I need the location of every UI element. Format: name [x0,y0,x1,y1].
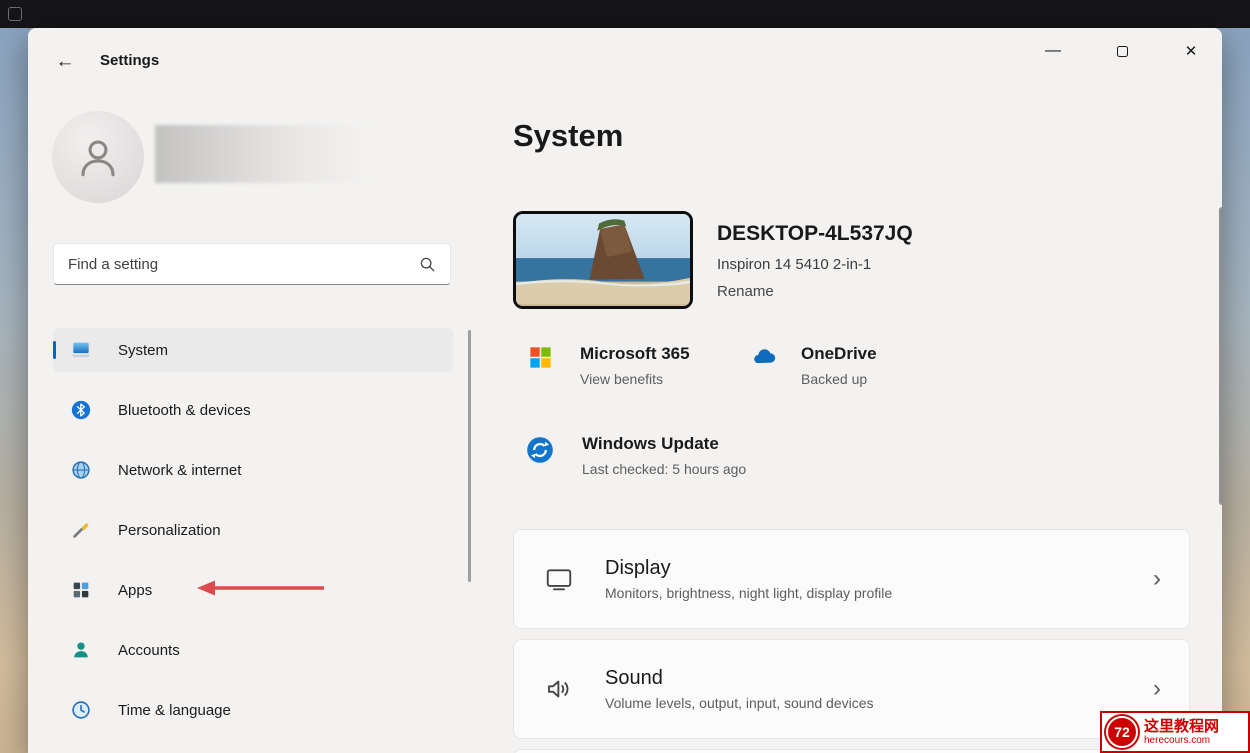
display-monitor-icon [544,564,574,594]
maximize-icon [1117,46,1128,57]
sound-settings-row[interactable]: Sound Volume levels, output, input, soun… [513,639,1190,739]
windows-update-card[interactable]: Windows Update Last checked: 5 hours ago [524,434,746,477]
back-arrow-icon: ← [56,51,75,73]
page-title: System [513,118,623,154]
device-wallpaper-thumbnail [513,211,693,309]
sidebar-item-label: System [118,342,168,359]
device-model: Inspiron 14 5410 2-in-1 [717,256,913,273]
time-language-clock-icon [70,699,92,721]
search-input[interactable] [54,244,419,284]
network-globe-icon [70,459,92,481]
system-icon [70,339,92,361]
personalization-brush-icon [70,519,92,541]
display-title: Display [605,557,892,580]
settings-window: ← Settings — ✕ [28,28,1222,753]
sidebar-item-network-internet[interactable]: Network & internet [53,448,453,492]
sidebar-item-label: Apps [118,582,152,599]
onedrive-cloud-icon [748,344,782,371]
sidebar-item-label: Network & internet [118,462,241,479]
device-info: DESKTOP-4L537JQ Inspiron 14 5410 2-in-1 … [717,222,913,301]
close-button[interactable]: ✕ [1169,32,1213,70]
sidebar-item-label: Bluetooth & devices [118,402,251,419]
close-icon: ✕ [1185,42,1198,60]
watermark-logo: 72 [1106,716,1138,748]
microsoft-365-icon [527,344,554,371]
person-icon [73,132,123,182]
windows-update-icon [524,434,556,466]
user-name-redacted [155,125,369,183]
next-settings-row-partial[interactable] [513,749,1190,753]
sound-speaker-icon [544,674,574,704]
microsoft-365-title: Microsoft 365 [580,344,690,364]
sidebar-item-accounts[interactable]: Accounts [53,628,453,672]
main-scrollbar[interactable] [1219,207,1222,505]
windows-update-title: Windows Update [582,434,746,454]
sidebar-scrollbar[interactable] [468,330,471,582]
watermark-badge: 72 这里教程网 herecours.com [1100,711,1250,753]
chevron-right-icon: › [1153,677,1161,701]
onedrive-title: OneDrive [801,344,877,364]
user-avatar[interactable] [52,111,144,203]
device-name: DESKTOP-4L537JQ [717,222,913,246]
watermark-site: herecours.com [1144,735,1219,747]
sidebar-item-label: Accounts [118,642,180,659]
accounts-person-icon [70,639,92,661]
rename-button[interactable]: Rename [717,283,774,300]
microsoft-365-subtitle: View benefits [580,371,690,387]
search-icon [419,256,436,273]
window-title: Settings [100,52,159,69]
onedrive-subtitle: Backed up [801,371,877,387]
apps-grid-icon [70,579,92,601]
sidebar-item-apps[interactable]: Apps [53,568,453,612]
screenshot-toolbar-icon [8,7,22,21]
bluetooth-icon [70,399,92,421]
display-settings-row[interactable]: Display Monitors, brightness, night ligh… [513,529,1190,629]
sound-subtitle: Volume levels, output, input, sound devi… [605,695,874,711]
maximize-button[interactable] [1100,32,1144,70]
search-box [53,243,451,285]
sidebar-item-personalization[interactable]: Personalization [53,508,453,552]
minimize-icon: — [1045,42,1061,60]
sidebar-item-time-language[interactable]: Time & language [53,688,453,732]
minimize-button[interactable]: — [1031,32,1075,70]
back-button[interactable]: ← [48,46,82,78]
onedrive-card[interactable]: OneDrive Backed up [748,344,877,387]
sidebar-item-system[interactable]: System [53,328,453,372]
chevron-right-icon: › [1153,567,1161,591]
windows-update-subtitle: Last checked: 5 hours ago [582,461,746,477]
sidebar-item-label: Personalization [118,522,221,539]
display-subtitle: Monitors, brightness, night light, displ… [605,585,892,601]
sidebar-item-label: Time & language [118,702,231,719]
watermark-name: 这里教程网 [1144,718,1219,735]
top-dark-strip [0,0,1250,28]
sound-title: Sound [605,667,874,690]
sidebar-item-bluetooth-devices[interactable]: Bluetooth & devices [53,388,453,432]
microsoft-365-card[interactable]: Microsoft 365 View benefits [527,344,690,387]
